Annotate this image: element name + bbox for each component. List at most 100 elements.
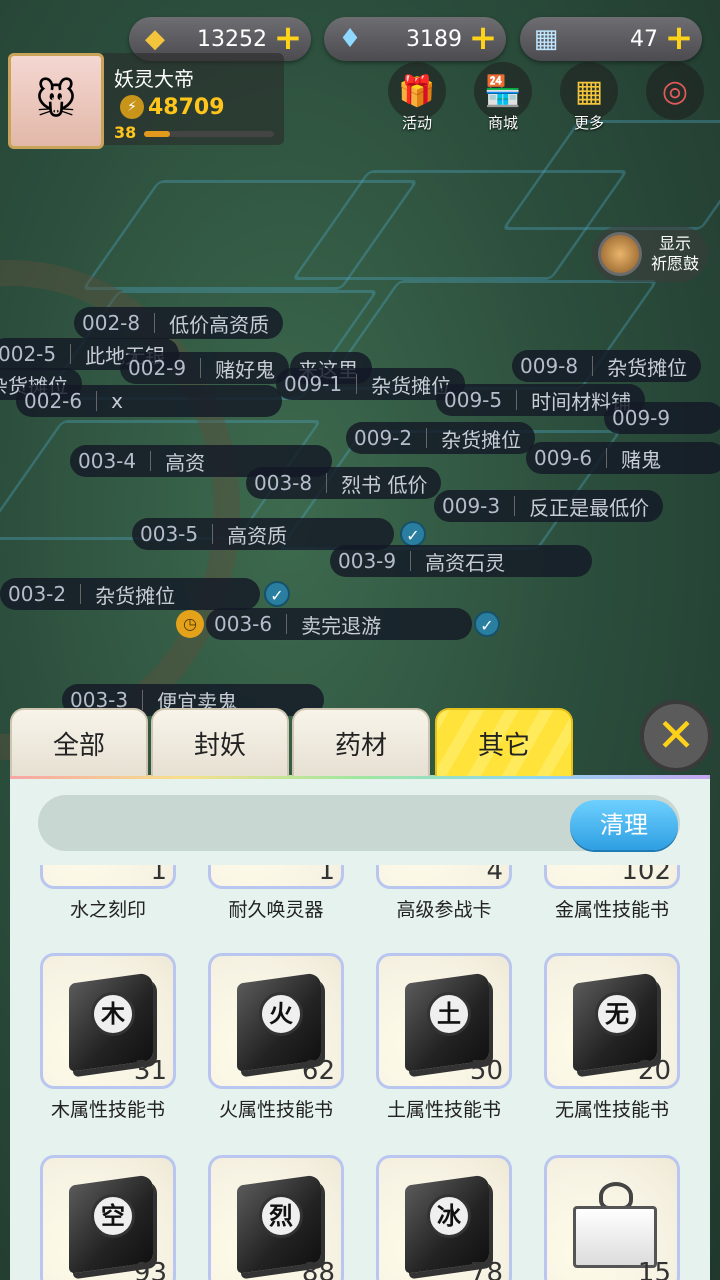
player-level: 38 — [114, 123, 137, 142]
item-slot[interactable]: 4 — [376, 865, 512, 889]
add-ticket-button[interactable]: + — [664, 21, 694, 55]
ticket-amount: 47 — [630, 26, 658, 52]
item-cell[interactable]: 1 水之刻印 — [24, 865, 192, 922]
stall-name: 烈书 低价 — [341, 472, 428, 497]
item-slot[interactable]: 火 62 — [208, 953, 344, 1089]
diamond-icon: ♦ — [338, 24, 362, 54]
stall-name: 杂货摊位 — [95, 583, 176, 608]
clear-button[interactable]: 清理 — [570, 800, 678, 850]
stall-tag[interactable]: 002-8 低价高资质 — [74, 307, 284, 339]
stall-id: 002-5 — [0, 342, 57, 366]
stall-tag[interactable]: 003-2 杂货摊位 — [0, 578, 260, 610]
drum-icon — [598, 232, 642, 276]
item-count: 1 — [150, 865, 167, 886]
exp-bar — [144, 131, 274, 137]
item-slot[interactable]: 无 20 — [544, 953, 680, 1089]
player-power: 48709 — [148, 95, 225, 120]
stall-tag[interactable]: 003-8 烈书 低价 — [246, 467, 442, 499]
crystal-amount: 13252 — [197, 26, 267, 52]
diamond-amount: 3189 — [406, 26, 462, 52]
stall-id: 003-4 — [78, 449, 137, 473]
item-count: 20 — [637, 1056, 671, 1086]
player-name: 妖灵大帝 — [114, 67, 194, 91]
item-grid[interactable]: 1 水之刻印 1 耐久唤灵器 4 高级参战卡 102 金属性技能书 木 31 木… — [10, 865, 710, 1280]
item-slot[interactable]: 冰 78 — [376, 1155, 512, 1280]
menu-shop[interactable]: 🏪 商城 — [472, 62, 534, 133]
stall-id: 002-9 — [128, 356, 187, 380]
item-slot[interactable]: 1 — [208, 865, 344, 889]
item-cell[interactable]: 1 耐久唤灵器 — [192, 865, 360, 922]
stall-tag[interactable]: 009-3 反正是最低价 — [434, 490, 664, 522]
item-slot[interactable]: 土 50 — [376, 953, 512, 1089]
stall-tag[interactable]: 009-2 杂货摊位 — [346, 422, 536, 454]
stall-tag[interactable]: 002-6 x — [16, 385, 282, 417]
show-prayer-drum-button[interactable]: 显示 祈愿鼓 — [592, 226, 708, 282]
item-count: 88 — [301, 1258, 335, 1280]
item-cell[interactable]: 烈 88 — [192, 1155, 360, 1280]
item-slot[interactable]: 木 31 — [40, 953, 176, 1089]
item-name: 木属性技能书 — [50, 1099, 165, 1121]
stall-tag[interactable]: 002-9 赌好鬼 — [120, 352, 290, 384]
item-count: 4 — [486, 865, 503, 886]
tab-herbs[interactable]: 药材 — [292, 708, 430, 776]
item-name: 耐久唤灵器 — [228, 899, 324, 921]
stall-id: 009-9 — [612, 406, 671, 430]
compass-icon: ◎ — [646, 62, 704, 120]
add-diamond-button[interactable]: + — [468, 21, 498, 55]
power-icon: ⚡ — [120, 95, 144, 119]
item-cell[interactable]: 木 31 木属性技能书 — [24, 953, 192, 1122]
item-cell[interactable]: 15 — [528, 1155, 696, 1280]
item-count: 62 — [301, 1056, 335, 1086]
item-name: 土属性技能书 — [386, 1099, 501, 1121]
close-icon: ✕ — [656, 708, 696, 762]
stall-tag[interactable]: 009-9 — [604, 402, 720, 434]
item-cell[interactable]: 空 93 — [24, 1155, 192, 1280]
clock-icon: ◷ — [176, 610, 204, 638]
crystal-icon: ◆ — [145, 24, 165, 54]
stall-id: 003-6 — [214, 612, 273, 636]
tab-all[interactable]: 全部 — [10, 708, 148, 776]
item-count: 102 — [621, 865, 671, 886]
menu-compass[interactable]: ◎ — [644, 62, 706, 120]
item-slot[interactable]: 1 — [40, 865, 176, 889]
item-slot[interactable]: 15 — [544, 1155, 680, 1280]
item-slot[interactable]: 102 — [544, 865, 680, 889]
tab-other[interactable]: 其它 — [435, 708, 573, 776]
stall-id: 009-8 — [520, 354, 579, 378]
item-cell[interactable]: 火 62 火属性技能书 — [192, 953, 360, 1122]
ticket-currency[interactable]: ▦ 47 + — [520, 17, 702, 61]
stall-tag[interactable]: 003-6 卖完退游 — [206, 608, 472, 640]
stall-name: 高资质 — [227, 523, 288, 548]
stall-id: 003-8 — [254, 471, 313, 495]
stall-id: 003-2 — [8, 582, 67, 606]
stall-name: 赌好鬼 — [215, 357, 276, 382]
stall-id: 002-8 — [82, 311, 141, 335]
item-count: 50 — [469, 1056, 503, 1086]
close-button[interactable]: ✕ — [640, 700, 712, 772]
add-crystal-button[interactable]: + — [273, 21, 303, 55]
stall-tag[interactable]: 003-9 高资石灵 — [330, 545, 592, 577]
item-name: 火属性技能书 — [218, 1099, 333, 1121]
item-slot[interactable]: 烈 88 — [208, 1155, 344, 1280]
menu-activity[interactable]: 🎁 活动 — [386, 62, 448, 133]
stall-name: 卖完退游 — [301, 613, 382, 638]
stall-name: 杂货摊位 — [441, 427, 522, 452]
item-cell[interactable]: 4 高级参战卡 — [360, 865, 528, 922]
stall-id: 009-6 — [534, 446, 593, 470]
item-count: 1 — [318, 865, 335, 886]
item-cell[interactable]: 冰 78 — [360, 1155, 528, 1280]
tab-seal[interactable]: 封妖 — [151, 708, 289, 776]
item-cell[interactable]: 无 20 无属性技能书 — [528, 953, 696, 1122]
stall-name: 杂货摊位 — [607, 355, 688, 380]
item-slot[interactable]: 空 93 — [40, 1155, 176, 1280]
avatar[interactable]: 🐭 — [8, 53, 104, 149]
stall-tag[interactable]: 009-8 杂货摊位 — [512, 350, 702, 382]
item-cell[interactable]: 土 50 土属性技能书 — [360, 953, 528, 1122]
diamond-currency[interactable]: ♦ 3189 + — [324, 17, 506, 61]
menu-more[interactable]: ▦ 更多 — [558, 62, 620, 133]
player-profile[interactable]: 🐭 妖灵大帝 ⚡ 48709 38 — [8, 53, 284, 149]
item-cell[interactable]: 102 金属性技能书 — [528, 865, 696, 922]
stall-name: 反正是最低价 — [529, 495, 650, 520]
stall-name: 赌鬼 — [621, 447, 662, 472]
stall-tag[interactable]: 009-6 赌鬼 — [526, 442, 720, 474]
